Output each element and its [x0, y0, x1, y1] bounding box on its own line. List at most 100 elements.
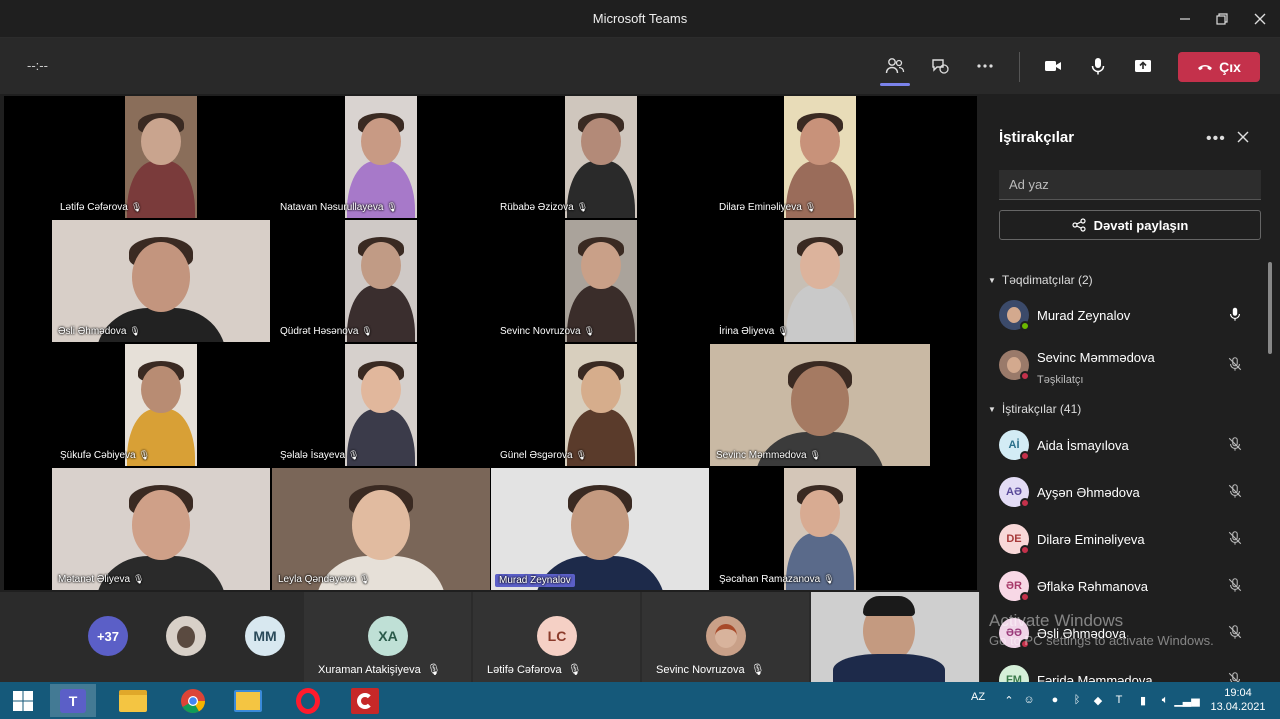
panel-close-icon[interactable]: [1237, 130, 1249, 148]
close-window-icon[interactable]: [1247, 6, 1273, 32]
explorer-folder-icon[interactable]: [110, 684, 156, 717]
participant-photo-avatar[interactable]: [166, 616, 206, 656]
presenters-header-text: Təqdimatçılar (2): [1001, 273, 1093, 287]
mic-off-icon[interactable]: [1227, 624, 1245, 642]
minimize-icon[interactable]: [1172, 6, 1198, 32]
tray-emoji-icon[interactable]: ☺: [1022, 693, 1036, 707]
video-tile[interactable]: [345, 96, 417, 218]
battery-icon[interactable]: ▮: [1136, 693, 1150, 707]
activation-watermark-title: Activate Windows: [989, 611, 1124, 630]
mic-off-icon[interactable]: [1227, 483, 1245, 501]
search-participants-input[interactable]: [999, 170, 1261, 200]
attendees-section-header[interactable]: ▼ İştirakçılar (41): [988, 402, 1081, 416]
participants-panel: İştirakçılar ••• Dəvəti paylaşın ▼ Təqdi…: [980, 96, 1280, 682]
presenters-section-header[interactable]: ▼ Təqdimatçılar (2): [988, 273, 1093, 287]
video-tile[interactable]: [52, 468, 270, 590]
maximize-icon[interactable]: [1209, 6, 1235, 32]
video-tile[interactable]: [125, 344, 197, 466]
share-screen-icon[interactable]: [1128, 52, 1158, 80]
opera-icon[interactable]: [285, 684, 331, 717]
keyboard-language[interactable]: AZ: [971, 691, 985, 703]
tray-chrome-icon[interactable]: ●: [1048, 693, 1062, 707]
microphone-icon[interactable]: [1083, 52, 1113, 80]
tray-teams-icon[interactable]: T: [1112, 693, 1126, 707]
tray-antivirus-icon[interactable]: ◆: [1091, 693, 1105, 707]
video-tile-name: Natavan Nəsurullayeva 🎙︎: [280, 202, 398, 213]
network-icon[interactable]: ▁▃▅: [1174, 693, 1199, 707]
video-tile[interactable]: [491, 468, 709, 590]
tray-chevron-icon[interactable]: ⌃: [1002, 693, 1016, 707]
attendee-row[interactable]: FM Fəridə Məmmədova: [999, 661, 1261, 682]
windows-start-icon[interactable]: [0, 684, 46, 717]
attendee-row[interactable]: Aİ Aida İsmayılova: [999, 426, 1261, 466]
participant-avatar-mm[interactable]: MM: [245, 616, 285, 656]
more-options-icon[interactable]: [970, 52, 1000, 80]
presence-status-icon: [1020, 371, 1030, 381]
share-invite-button[interactable]: Dəvəti paylaşın: [999, 210, 1261, 240]
mic-off-icon: 🎙︎: [777, 326, 789, 336]
mic-on-icon[interactable]: [1227, 306, 1245, 324]
video-tile[interactable]: [784, 220, 856, 342]
participant-video-face: [791, 365, 849, 436]
video-tile[interactable]: [565, 220, 637, 342]
mic-off-icon[interactable]: [1227, 671, 1245, 682]
attendee-row[interactable]: DE Dilarə Eminəliyeva: [999, 520, 1261, 560]
file-manager-icon[interactable]: [225, 684, 271, 717]
participant-video-face: [581, 241, 621, 290]
chrome-icon[interactable]: [170, 684, 216, 717]
strip-cell-3[interactable]: Sevinc Novruzova 🎙︎: [642, 592, 810, 682]
video-tile[interactable]: [565, 96, 637, 218]
toolbar-divider: [1019, 52, 1020, 82]
mic-off-icon[interactable]: [1227, 577, 1245, 595]
mic-off-icon: 🎙︎: [583, 326, 596, 336]
video-gallery: Lətifə Cəfərova 🎙︎ Natavan Nəsurullayeva 🎙︎…: [4, 96, 977, 590]
title-bar: Microsoft Teams: [0, 0, 1280, 38]
leave-button[interactable]: Çıx: [1178, 52, 1260, 82]
clock-date: 13.04.2021: [1210, 701, 1266, 713]
video-tile[interactable]: [784, 96, 856, 218]
panel-more-icon[interactable]: •••: [1206, 130, 1226, 148]
mic-off-icon[interactable]: [1227, 436, 1245, 454]
video-tile[interactable]: [345, 344, 417, 466]
presence-status-icon: [1020, 321, 1030, 331]
video-tile[interactable]: [710, 344, 930, 466]
mic-off-icon: 🎙︎: [804, 202, 817, 212]
participant-video-face: [361, 241, 401, 290]
chat-icon[interactable]: [925, 52, 955, 80]
attendee-row[interactable]: AƏ Ayşən Əhmədova: [999, 473, 1261, 513]
presenter-row[interactable]: Murad Zeynalov: [999, 296, 1261, 336]
video-tile-name: Qüdrət Həsənova 🎙︎: [280, 326, 373, 337]
panel-scrollbar[interactable]: [1268, 262, 1272, 354]
video-tile[interactable]: [52, 220, 270, 342]
self-video-preview[interactable]: [811, 592, 980, 682]
presence-status-icon: [1020, 451, 1030, 461]
presenter-row[interactable]: Sevinc Məmmədova Təşkilatçı: [999, 346, 1261, 386]
mic-off-icon[interactable]: [1227, 530, 1245, 548]
participant-video-face: [361, 117, 401, 166]
video-tile-name-text: Sevinc Novruzova: [500, 326, 581, 337]
mic-off-icon: 🎙︎: [823, 574, 835, 584]
taskbar-clock[interactable]: 19:04 13.04.2021: [1206, 686, 1270, 714]
video-tile-name-text: Şəlalə İsayeva: [280, 450, 346, 461]
video-tile[interactable]: [345, 220, 417, 342]
video-tile-name-text: Günel Əsgərova: [500, 450, 573, 461]
presence-status-icon: [1020, 498, 1030, 508]
video-tile-name: Rübabə Əzizova 🎙︎: [500, 202, 588, 213]
strip-participant-name: Sevinc Novruzova 🎙︎: [656, 663, 765, 677]
teams-taskbar-icon[interactable]: T: [50, 684, 96, 717]
video-tile[interactable]: [272, 468, 490, 590]
strip-cell-1[interactable]: XA Xuraman Atakişiyeva 🎙︎: [304, 592, 472, 682]
strip-participant-name: Lətifə Cəfərova 🎙︎: [487, 663, 582, 677]
mic-off-icon[interactable]: [1227, 356, 1245, 374]
video-tile[interactable]: [565, 344, 637, 466]
bluetooth-icon[interactable]: ᛒ: [1070, 693, 1084, 707]
volume-icon[interactable]: 🔈︎: [1158, 693, 1172, 707]
app-red-icon[interactable]: [342, 684, 388, 717]
camera-icon[interactable]: [1038, 52, 1068, 80]
video-tile[interactable]: [125, 96, 197, 218]
more-participants-badge[interactable]: +37: [88, 616, 128, 656]
people-icon[interactable]: [880, 52, 910, 86]
attendee-row[interactable]: ƏR Əflakə Rəhmanova: [999, 567, 1261, 607]
video-tile[interactable]: [784, 468, 856, 590]
strip-cell-2[interactable]: LC Lətifə Cəfərova 🎙︎: [473, 592, 641, 682]
